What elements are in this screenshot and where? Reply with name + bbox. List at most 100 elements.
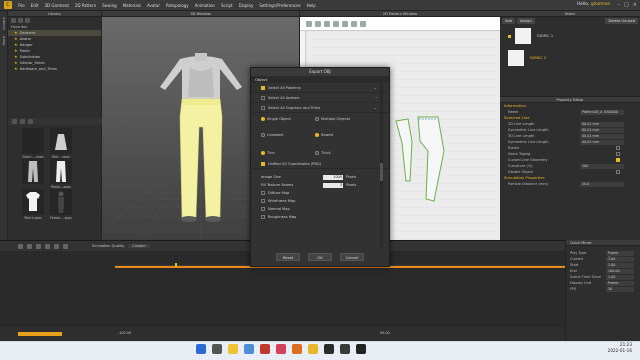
menu-3d-garment[interactable]: 3D Garment [41,3,71,8]
qm-value[interactable]: 30 [606,286,634,292]
name-field[interactable]: Pattern2D_0 1000000 [580,109,624,115]
library-thumb[interactable]: Pants...zpac [50,158,72,189]
menu-animation[interactable]: Animation [192,3,218,8]
unsewed-radio[interactable]: Unsewed [261,133,315,137]
checkbox[interactable] [261,199,265,203]
checkbox[interactable] [261,207,265,211]
list-view-icon[interactable] [20,119,25,124]
chevron-down-icon[interactable]: ⌄ [374,105,377,110]
menu-edit[interactable]: Edit [28,3,42,8]
menu-2d-pattern[interactable]: 2D Pattern [72,3,99,8]
tab-library[interactable]: Library [2,17,6,30]
prop-value[interactable]: 00.01 mm [580,127,624,133]
rectangle-tool-icon[interactable] [351,20,357,27]
radio[interactable] [315,133,319,137]
tab-store[interactable]: Store [2,36,6,46]
polygon-tool-icon[interactable] [342,20,348,27]
dialog-scrollbar[interactable] [380,83,383,248]
checkbox[interactable] [261,191,265,195]
edge-icon[interactable] [244,344,254,354]
map-row-wireframe[interactable]: Wireframe Map [251,197,389,205]
map-row-diffuse[interactable]: Diffuse Map [251,189,389,197]
prop-value[interactable]: 00.01 mm [580,121,624,127]
record-icon[interactable] [18,243,23,249]
favorite-item-hardware[interactable]: ★ Hardware_and_Trims [8,66,101,72]
edit-point-icon[interactable] [324,20,330,27]
user-greeting[interactable]: Hello, gloomse [577,2,610,7]
map-row-roughness[interactable]: Roughness Map [251,213,389,221]
delete-unused-button[interactable]: Delete Unused [605,18,638,24]
menu-materials[interactable]: Materials [120,3,144,8]
forward-icon[interactable] [54,243,59,249]
menu-script[interactable]: Script [218,3,236,8]
radio[interactable] [261,133,265,137]
rewind-icon[interactable] [27,243,32,249]
menu-display[interactable]: Display [236,3,257,8]
app-icon[interactable] [324,344,334,354]
forward-icon[interactable] [18,18,23,23]
option-select-all-patterns[interactable]: Select All Patterns ⌄ [251,83,389,93]
close-icon[interactable]: × [633,2,637,8]
seam-taping-checkbox[interactable] [616,152,620,156]
single-object-radio[interactable]: Single Object [261,117,315,121]
stop-icon[interactable] [45,243,50,249]
search-icon[interactable] [212,344,222,354]
cancel-button[interactable]: Cancel [340,253,364,261]
transform-tool-icon[interactable] [315,20,321,27]
maximize-icon[interactable]: □ [624,2,629,8]
multiple-objects-radio[interactable]: Multiple Objects [315,117,369,121]
reset-button[interactable]: Reset [276,253,300,261]
checkbox[interactable] [261,215,265,219]
checkbox[interactable] [261,105,265,110]
menu-sewing[interactable]: Sewing [99,3,119,8]
fabric-item[interactable]: FABRIC 1 [500,25,640,47]
assign-fabric-button[interactable]: Assign [516,18,535,24]
loop-icon[interactable] [63,243,68,249]
double-object-checkbox[interactable] [616,170,620,174]
library-thumb[interactable]: Tshirt.zpac [22,189,44,220]
start-icon[interactable] [196,344,206,354]
thick-radio[interactable]: Thick [315,151,369,155]
map-row-normal[interactable]: Normal Map [251,205,389,213]
option-unified-uv[interactable]: Unified UV Coordinates (PNG) [251,159,389,169]
prop-value[interactable]: 00.01 mm [580,139,624,145]
grid-view-icon[interactable] [12,119,17,124]
quality-select[interactable]: Custom [128,244,150,248]
menu-retopology[interactable]: Retopology [163,3,192,8]
folder-icon[interactable] [308,344,318,354]
fill-texture-input[interactable]: 3 [323,182,343,188]
elastic-checkbox[interactable] [616,146,620,150]
option-select-all-avatars[interactable]: Select All Avatars › [251,93,389,103]
sewed-radio[interactable]: Sewed [315,133,369,137]
clo-app-icon[interactable] [356,344,366,354]
scroll-thumb[interactable] [380,163,383,181]
qm-value[interactable]: 1.00 [606,262,634,268]
qm-value[interactable]: Frame Stepping [606,250,634,260]
library-thumb[interactable] [22,158,44,189]
file-explorer-icon[interactable] [228,344,238,354]
sort-icon[interactable] [28,119,33,124]
menu-settings[interactable]: Settings/Preferences [256,3,303,8]
menu-help[interactable]: Help [304,3,319,8]
radio[interactable] [261,151,265,155]
back-icon[interactable] [11,18,16,23]
play-icon[interactable] [36,243,41,249]
menu-avatar[interactable]: Avatar [144,3,163,8]
option-select-all-graphics[interactable]: Select All Graphics and Trims ⌄ [251,103,389,113]
curved-line-checkbox[interactable] [616,158,620,162]
app-icon[interactable] [340,344,350,354]
checkbox[interactable] [261,85,265,90]
radio[interactable] [315,151,319,155]
minimize-icon[interactable]: – [618,2,621,8]
qm-value[interactable]: 1.00 [606,256,634,262]
add-fabric-button[interactable]: Add [502,18,515,24]
select-tool-icon[interactable] [306,20,312,27]
thin-radio[interactable]: Thin [261,151,315,155]
curvature-field[interactable]: 100 [580,163,624,169]
app-icon[interactable] [292,344,302,354]
qm-value[interactable]: Frame [606,280,634,286]
radio[interactable] [261,117,265,121]
app-icon[interactable] [276,344,286,354]
system-clock[interactable]: 21:23 2022-01-16 [608,342,632,353]
checkbox[interactable] [261,95,265,100]
